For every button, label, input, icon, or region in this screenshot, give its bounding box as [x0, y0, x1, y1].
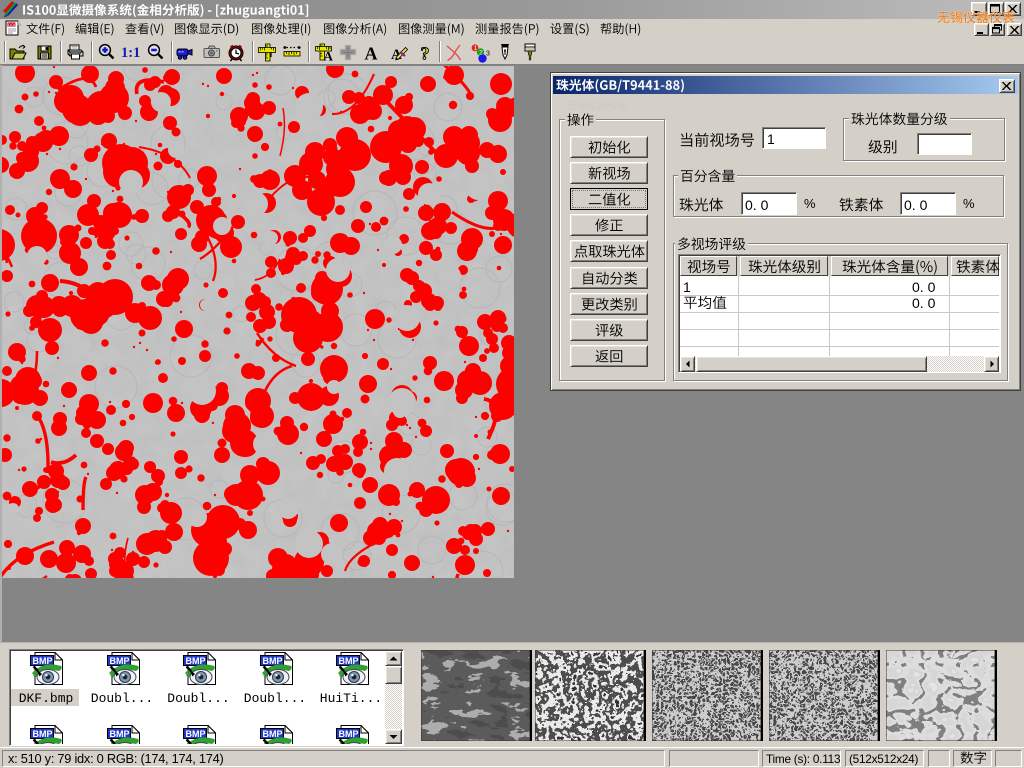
svg-text:A: A [365, 44, 378, 64]
svg-text:3: 3 [486, 51, 490, 58]
svg-text:?: ? [421, 44, 430, 64]
svg-text:1:1: 1:1 [121, 45, 140, 61]
svg-text:A: A [324, 49, 334, 64]
svg-text:DOC: DOC [8, 22, 17, 27]
